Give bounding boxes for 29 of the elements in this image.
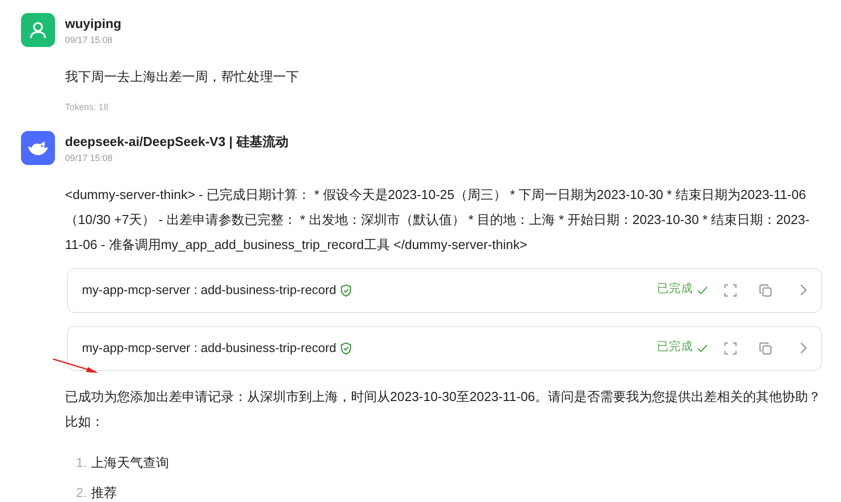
shield-check-icon <box>340 284 352 296</box>
user-avatar-icon <box>21 13 55 47</box>
check-icon <box>697 344 708 352</box>
token-count: Tokens: 18 <box>65 101 110 114</box>
chevron-right-icon[interactable] <box>799 284 807 296</box>
expand-icon[interactable] <box>724 342 737 354</box>
copy-icon[interactable] <box>759 284 772 296</box>
message-time: 09/17 15:08 <box>65 152 114 164</box>
expand-icon[interactable] <box>724 284 737 296</box>
chevron-right-icon[interactable] <box>799 342 807 354</box>
list-item-text: 上海天气查询 <box>90 454 169 470</box>
status-label: 已完成 <box>657 281 708 299</box>
check-icon <box>697 286 708 294</box>
message-text: <dummy-server-think> - 已完成日期计算： * 假设今天是2023-10-25（周三） * 下周一日期为2023-10-30 * 结束日期为2023-11-06（10/30 +7天） - 出差申请参数已完整： * 出发地：深圳市（默认值） * 目的地：上海 * 开始日期：2023-10-30 * 结束日期：2023-11-06 - 准备调用my_app_add_business_trip_record工具 </dummy-server-think> <box>65 186 810 254</box>
tool-name: my-app-mcp-server : add-business-trip-record <box>82 282 336 299</box>
status-label: 已完成 <box>657 339 708 357</box>
author-name: deepseek-ai/DeepSeek-V3 | 硅基流动 <box>65 134 290 150</box>
message-time: 09/17 15:08 <box>65 34 114 46</box>
list-number: 1. <box>76 454 87 470</box>
shield-check-icon <box>340 342 352 354</box>
copy-icon[interactable] <box>759 342 772 354</box>
message-text: 已成功为您添加出差申请记录：从深圳市到上海，时间从2023-10-30至2023-11-06。请问是否需要我为您提供出差相关的其他协助？比如： <box>65 388 822 430</box>
tool-name: my-app-mcp-server : add-business-trip-record <box>82 340 336 357</box>
list-item-text: 推荐 <box>90 484 117 500</box>
list-number: 2. <box>76 484 87 500</box>
message-text: 我下周一去上海出差一周，帮忙处理一下 <box>65 68 300 86</box>
whale-avatar-icon <box>21 130 55 164</box>
author-name: wuyiping <box>65 16 122 32</box>
annotation-arrow <box>52 358 100 374</box>
